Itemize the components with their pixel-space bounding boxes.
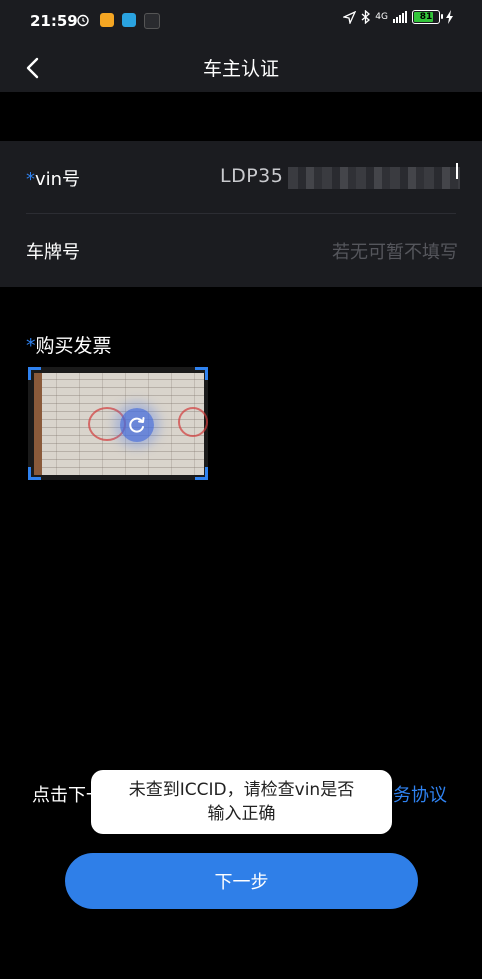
agreement-link[interactable]: 务协议 xyxy=(393,781,447,807)
crop-corner xyxy=(28,467,41,480)
error-toast: 未查到ICCID，请检查vin是否 输入正确 xyxy=(91,770,392,834)
text-cursor xyxy=(456,163,458,179)
invoice-label-text: 购买发票 xyxy=(35,335,112,357)
page-title: 车主认证 xyxy=(202,58,279,80)
wechat-icon xyxy=(144,13,160,29)
signal-icon xyxy=(393,11,407,23)
crop-corner xyxy=(195,467,208,480)
alarm-icon xyxy=(77,14,89,27)
redacted-vin-mask xyxy=(288,167,460,189)
vin-label-text: vin号 xyxy=(35,169,81,190)
toast-line: 输入正确 xyxy=(207,804,276,824)
refresh-icon[interactable] xyxy=(120,408,154,442)
crop-corner xyxy=(28,367,41,380)
charging-icon xyxy=(446,10,453,24)
bluetooth-icon xyxy=(361,10,371,24)
refresh-glyph xyxy=(129,417,145,433)
battery-icon: 81 xyxy=(412,10,443,24)
status-right-group: 4G 81 xyxy=(343,10,454,24)
status-bar: 21:59 4G 81 xyxy=(0,0,482,44)
required-mark: * xyxy=(26,335,36,357)
invoice-image-thumbnail[interactable] xyxy=(28,367,208,480)
telegram-icon xyxy=(122,13,136,27)
required-mark: * xyxy=(26,169,35,190)
toast-line: 未查到ICCID，请检查vin是否 xyxy=(128,780,355,800)
vin-input[interactable]: LDP35 xyxy=(220,165,283,187)
crop-corner xyxy=(195,367,208,380)
invoice-label: *购买发票 xyxy=(26,331,112,358)
plate-row[interactable]: 车牌号 若无可暂不填写 xyxy=(0,214,482,286)
nav-header: 车主认证 xyxy=(0,44,482,92)
vin-label: *vin号 xyxy=(26,165,80,191)
notes-app-icon xyxy=(100,13,114,27)
status-time: 21:59 xyxy=(30,12,78,30)
vehicle-form: *vin号 LDP35 车牌号 若无可暂不填写 xyxy=(0,141,482,287)
battery-level: 81 xyxy=(419,12,433,22)
invoice-stamp xyxy=(178,407,208,437)
plate-input[interactable]: 若无可暂不填写 xyxy=(332,238,458,264)
plate-label: 车牌号 xyxy=(26,242,80,263)
vin-row[interactable]: *vin号 LDP35 xyxy=(0,141,482,213)
network-type: 4G xyxy=(375,12,388,22)
next-button[interactable]: 下一步 xyxy=(65,853,418,909)
invoice-photo-edge xyxy=(34,373,42,475)
location-arrow-icon xyxy=(343,10,357,24)
app-screen: 21:59 4G 81 车主认证 *vin号 LDP35 车牌号 若无可暂不填写… xyxy=(0,0,482,979)
